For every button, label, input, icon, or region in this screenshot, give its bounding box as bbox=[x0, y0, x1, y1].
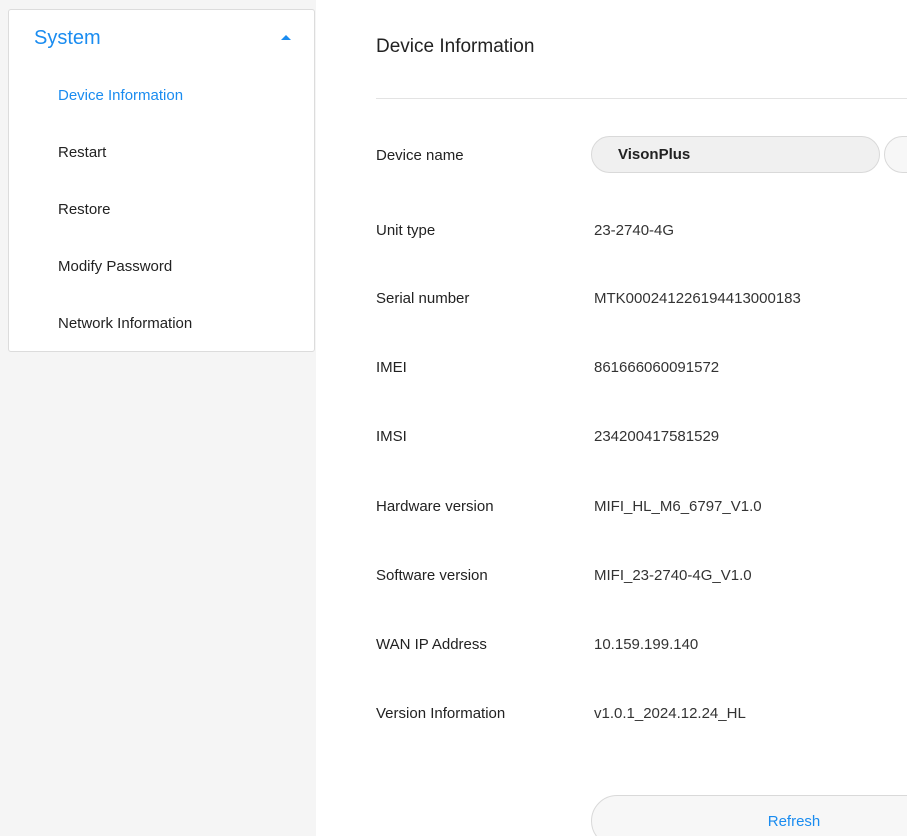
device-name-edit-button[interactable] bbox=[884, 136, 907, 173]
hardware-version-value: MIFI_HL_M6_6797_V1.0 bbox=[594, 498, 762, 515]
version-information-label: Version Information bbox=[376, 705, 506, 722]
sidebar-item-label: Modify Password bbox=[58, 258, 173, 275]
imei-value: 861666060091572 bbox=[594, 359, 720, 376]
sidebar-item-modify-password[interactable]: Modify Password bbox=[9, 240, 314, 296]
unit-type-label: Unit type bbox=[376, 222, 436, 239]
serial-number-value: MTK000241226194413000183 bbox=[594, 290, 801, 307]
device-name-input[interactable] bbox=[591, 136, 880, 173]
sidebar-item-network-information[interactable]: Network Information bbox=[9, 297, 314, 353]
main-panel: Device Information Device name Unit type… bbox=[316, 0, 907, 836]
wan-ip-address-value: 10.159.199.140 bbox=[594, 636, 699, 653]
sidebar-section-title: System bbox=[34, 27, 101, 49]
sidebar-section-system[interactable]: System bbox=[9, 10, 314, 66]
imsi-label: IMSI bbox=[376, 428, 407, 445]
sidebar-item-label: Network Information bbox=[58, 315, 193, 332]
unit-type-value: 23-2740-4G bbox=[594, 222, 675, 239]
sidebar-item-label: Device Information bbox=[58, 87, 184, 104]
sidebar-item-restart[interactable]: Restart bbox=[9, 126, 314, 182]
wan-ip-address-label: WAN IP Address bbox=[376, 636, 487, 653]
page-title: Device Information bbox=[376, 36, 535, 57]
caret-up-icon bbox=[281, 35, 291, 40]
refresh-button[interactable]: Refresh bbox=[591, 795, 907, 836]
version-information-value: v1.0.1_2024.12.24_HL bbox=[594, 705, 746, 722]
sidebar-item-restore[interactable]: Restore bbox=[9, 183, 314, 239]
imei-label: IMEI bbox=[376, 359, 407, 376]
hardware-version-label: Hardware version bbox=[376, 498, 494, 515]
device-name-label: Device name bbox=[376, 147, 464, 164]
sidebar-item-device-information[interactable]: Device Information bbox=[9, 69, 314, 125]
page: System Device Information Restart Restor… bbox=[0, 0, 907, 836]
title-divider bbox=[376, 98, 907, 99]
sidebar-item-label: Restart bbox=[58, 144, 107, 161]
software-version-value: MIFI_23-2740-4G_V1.0 bbox=[594, 567, 752, 584]
software-version-label: Software version bbox=[376, 567, 488, 584]
refresh-button-label: Refresh bbox=[767, 813, 821, 830]
imsi-value: 234200417581529 bbox=[594, 428, 720, 445]
serial-number-label: Serial number bbox=[376, 290, 470, 307]
sidebar-item-label: Restore bbox=[58, 201, 111, 218]
sidebar: System Device Information Restart Restor… bbox=[8, 9, 315, 352]
